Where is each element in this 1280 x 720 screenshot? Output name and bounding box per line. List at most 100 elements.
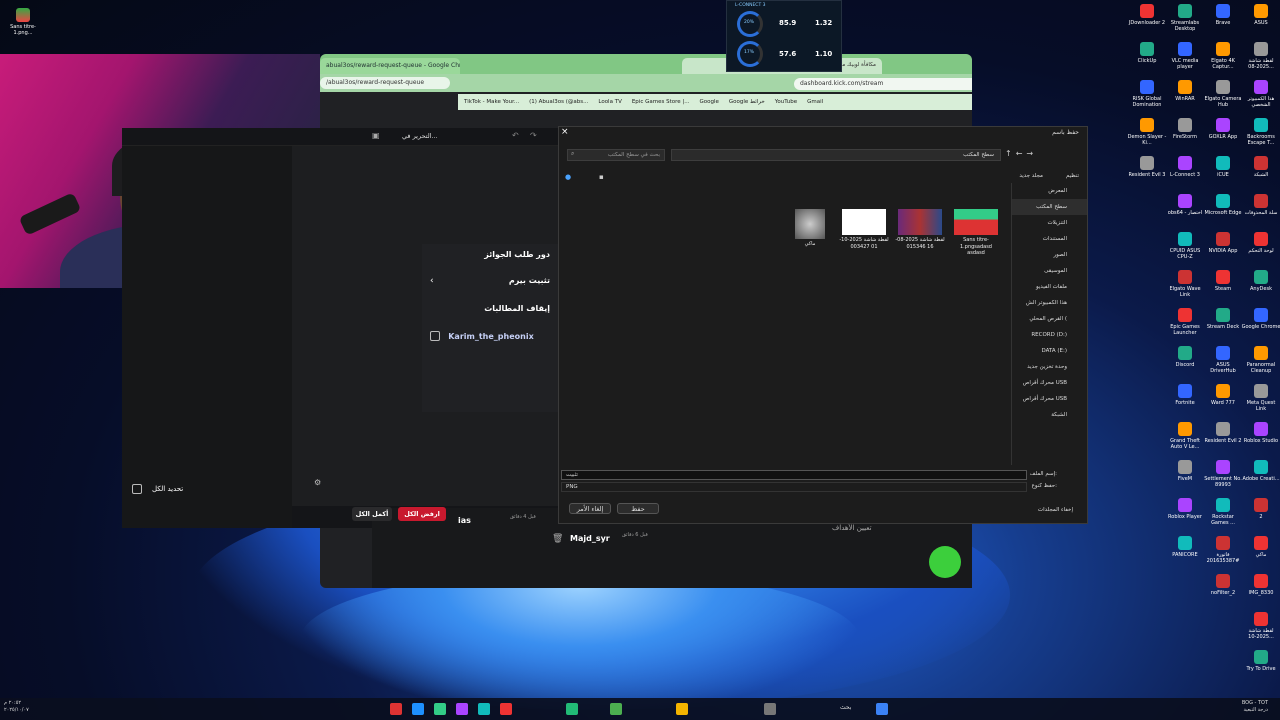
reward-item[interactable]: تثبيت بيرم [509, 276, 550, 285]
desktop-icon[interactable]: Microsoft Edge [1203, 194, 1243, 216]
kick-support-icon[interactable] [929, 546, 961, 578]
taskbar-search[interactable]: بحث [840, 704, 851, 711]
desktop-icon[interactable]: noFilter_2 [1203, 574, 1243, 596]
desktop-icon[interactable]: لقطة شاشة 2025-10... [1241, 612, 1280, 640]
desktop-icon[interactable]: Meta Quest Link [1241, 384, 1280, 412]
desktop-icon[interactable]: ClickUp [1127, 42, 1167, 64]
desktop-icon[interactable]: GOXLR App [1203, 118, 1243, 140]
desktop-icon[interactable]: FireStorm [1165, 118, 1205, 140]
set-goals[interactable]: تعيين الأهداف [832, 524, 872, 532]
desktop-icon[interactable]: Stream Deck [1203, 308, 1243, 330]
sidebar-item[interactable]: الموسيقى [1012, 263, 1087, 279]
sidebar-item[interactable]: ملفات الفيديو [1012, 279, 1087, 295]
tab-reward-queue[interactable]: abual3os/reward-request-queue - Google C… [320, 58, 460, 74]
desktop-icon[interactable]: Ward 777 [1203, 384, 1243, 406]
desktop-icon[interactable]: Roblox Player [1165, 498, 1205, 520]
desktop-icon[interactable]: Demon Slayer -Ki... [1127, 118, 1167, 146]
complete-all-button[interactable]: أكمل الكل [352, 507, 392, 521]
windows-start-icon[interactable] [876, 703, 888, 715]
sidebar-item[interactable]: القرص المحلي ( [1012, 311, 1087, 327]
desktop-icon[interactable]: Elgato Wave Link [1165, 270, 1205, 298]
desktop-icon[interactable]: هذا الكمبيوتر الشخصي [1241, 80, 1280, 108]
app-icon[interactable] [764, 703, 776, 715]
desktop-icon[interactable]: Resident Evil 3 [1127, 156, 1167, 178]
desktop-icon[interactable]: سلة المحذوفات [1241, 194, 1280, 216]
desktop-icon[interactable]: Epic Games Launcher [1165, 308, 1205, 336]
app-icon[interactable] [390, 703, 402, 715]
organize-menu[interactable]: تنظيم [1066, 173, 1079, 179]
desktop-icon[interactable]: Google Chrome [1241, 308, 1280, 330]
desktop-icon[interactable]: iCUE [1203, 156, 1243, 178]
desktop-icon[interactable]: Steam [1203, 270, 1243, 292]
queue-user[interactable]: Majd_syr [570, 534, 610, 543]
help-icon[interactable]: ● [565, 173, 571, 181]
app-icon[interactable] [434, 703, 446, 715]
pause-claims[interactable]: إيقاف المطالبات [484, 304, 550, 313]
nav-arrows-icon[interactable]: ↑←→ [1005, 149, 1037, 158]
sidebar-item[interactable]: سطح المكتب [1012, 199, 1087, 215]
desktop-icon-sans-titre[interactable]: Sans titre-1.png... [2, 8, 44, 36]
new-folder-button[interactable]: مجلد جديد [1019, 173, 1043, 179]
sidebar-item[interactable]: RECORD (D:) [1012, 327, 1087, 343]
filename-input[interactable]: تثبيت [561, 470, 1027, 480]
bookmark[interactable]: TikTok - Make Your... [464, 99, 519, 105]
explorer-icon[interactable] [676, 703, 688, 715]
desktop-icon[interactable]: VLC media player [1165, 42, 1205, 70]
claim-user[interactable]: Karim_the_pheonix [448, 332, 534, 341]
desktop-icon[interactable]: Fortnite [1165, 384, 1205, 406]
desktop-icon[interactable]: Adobe Creati... [1241, 460, 1280, 482]
bookmark[interactable]: YouTube [775, 99, 797, 105]
desktop-icon[interactable]: فاتورة #201635387 [1203, 536, 1243, 564]
redo-icon[interactable]: ↷ [530, 131, 537, 140]
file-item[interactable]: Sans titre-1.pngsadasd asdasd [951, 209, 1001, 257]
claim-checkbox[interactable] [430, 331, 440, 341]
bookmark[interactable]: Loola TV [598, 99, 621, 105]
search-input[interactable]: بحث في سطح المكتب [567, 149, 665, 161]
save-icon[interactable]: ▣ [372, 131, 380, 140]
desktop-icon[interactable]: Try To Drive [1241, 650, 1280, 672]
desktop-icon[interactable]: AnyDesk [1241, 270, 1280, 292]
bookmark[interactable]: Gmail [807, 99, 823, 105]
chevron-left-icon[interactable]: ‹ [430, 276, 434, 286]
desktop-icon[interactable]: IMG_8330 [1241, 574, 1280, 596]
chrome-taskbar-icon[interactable] [610, 703, 622, 715]
desktop-icon[interactable]: Elgato Camera Hub [1203, 80, 1243, 108]
desktop-icon[interactable]: WinRAR [1165, 80, 1205, 102]
save-button[interactable]: حفظ [617, 503, 659, 514]
desktop-icon[interactable]: 2 [1241, 498, 1280, 520]
settings-icon[interactable]: ⚙ [314, 478, 321, 487]
sidebar-item[interactable]: DATA (E:) [1012, 343, 1087, 359]
desktop-icon[interactable]: JDownloader 2 [1127, 4, 1167, 26]
app-icon[interactable] [456, 703, 468, 715]
desktop-icon[interactable]: Settlement No. 89993 [1203, 460, 1243, 488]
sidebar-item[interactable]: المستندات [1012, 231, 1087, 247]
url-field[interactable]: /abual3os/reward-request-queue [320, 77, 450, 89]
sidebar-item[interactable]: محرك أقراص USB [1012, 375, 1087, 391]
bookmark[interactable]: (1) Abual3os (@abs... [529, 99, 588, 105]
file-item[interactable]: لقطة شاشة 2025-10-01 003427 [839, 209, 889, 250]
trash-icon[interactable]: 🗑 [552, 534, 563, 544]
desktop-icon[interactable]: Discord [1165, 346, 1205, 368]
desktop-icon[interactable]: Streamlabs Desktop [1165, 4, 1205, 32]
desktop-icon[interactable]: لقطة شاشة 2025-08... [1241, 42, 1280, 70]
reject-all-button[interactable]: ارفض الكل [398, 507, 446, 521]
desktop-icon[interactable]: لوحة التحكم [1241, 232, 1280, 254]
desktop-icon[interactable]: Rockstar Games ... [1203, 498, 1243, 526]
sidebar-item[interactable]: محرك أقراص USB [1012, 391, 1087, 407]
bookmark[interactable]: Google [699, 99, 718, 105]
desktop-icon[interactable]: FiveM [1165, 460, 1205, 482]
desktop-icon[interactable]: NVIDIA App [1203, 232, 1243, 254]
app-icon[interactable] [478, 703, 490, 715]
sidebar-item[interactable]: الصور [1012, 247, 1087, 263]
desktop-icon[interactable]: L-Connect 3 [1165, 156, 1205, 178]
file-item[interactable]: لقطة شاشة 2025-08-16 015346 [895, 209, 945, 250]
sidebar-item[interactable]: الشبكة [1012, 407, 1087, 423]
sidebar-item[interactable]: التنزيلات [1012, 215, 1087, 231]
desktop-icon[interactable]: الشبكة [1241, 156, 1280, 178]
desktop-icon[interactable]: Resident Evil 2 [1203, 422, 1243, 444]
kick-url-field[interactable]: dashboard.kick.com/stream [794, 78, 972, 90]
desktop-icon[interactable]: Elgato 4K Captur... [1203, 42, 1243, 70]
view-icon[interactable]: ▪ [599, 173, 604, 181]
desktop-icon[interactable]: obs64 - اختصار [1165, 194, 1205, 216]
desktop-icon[interactable]: Roblox Studio [1241, 422, 1280, 444]
